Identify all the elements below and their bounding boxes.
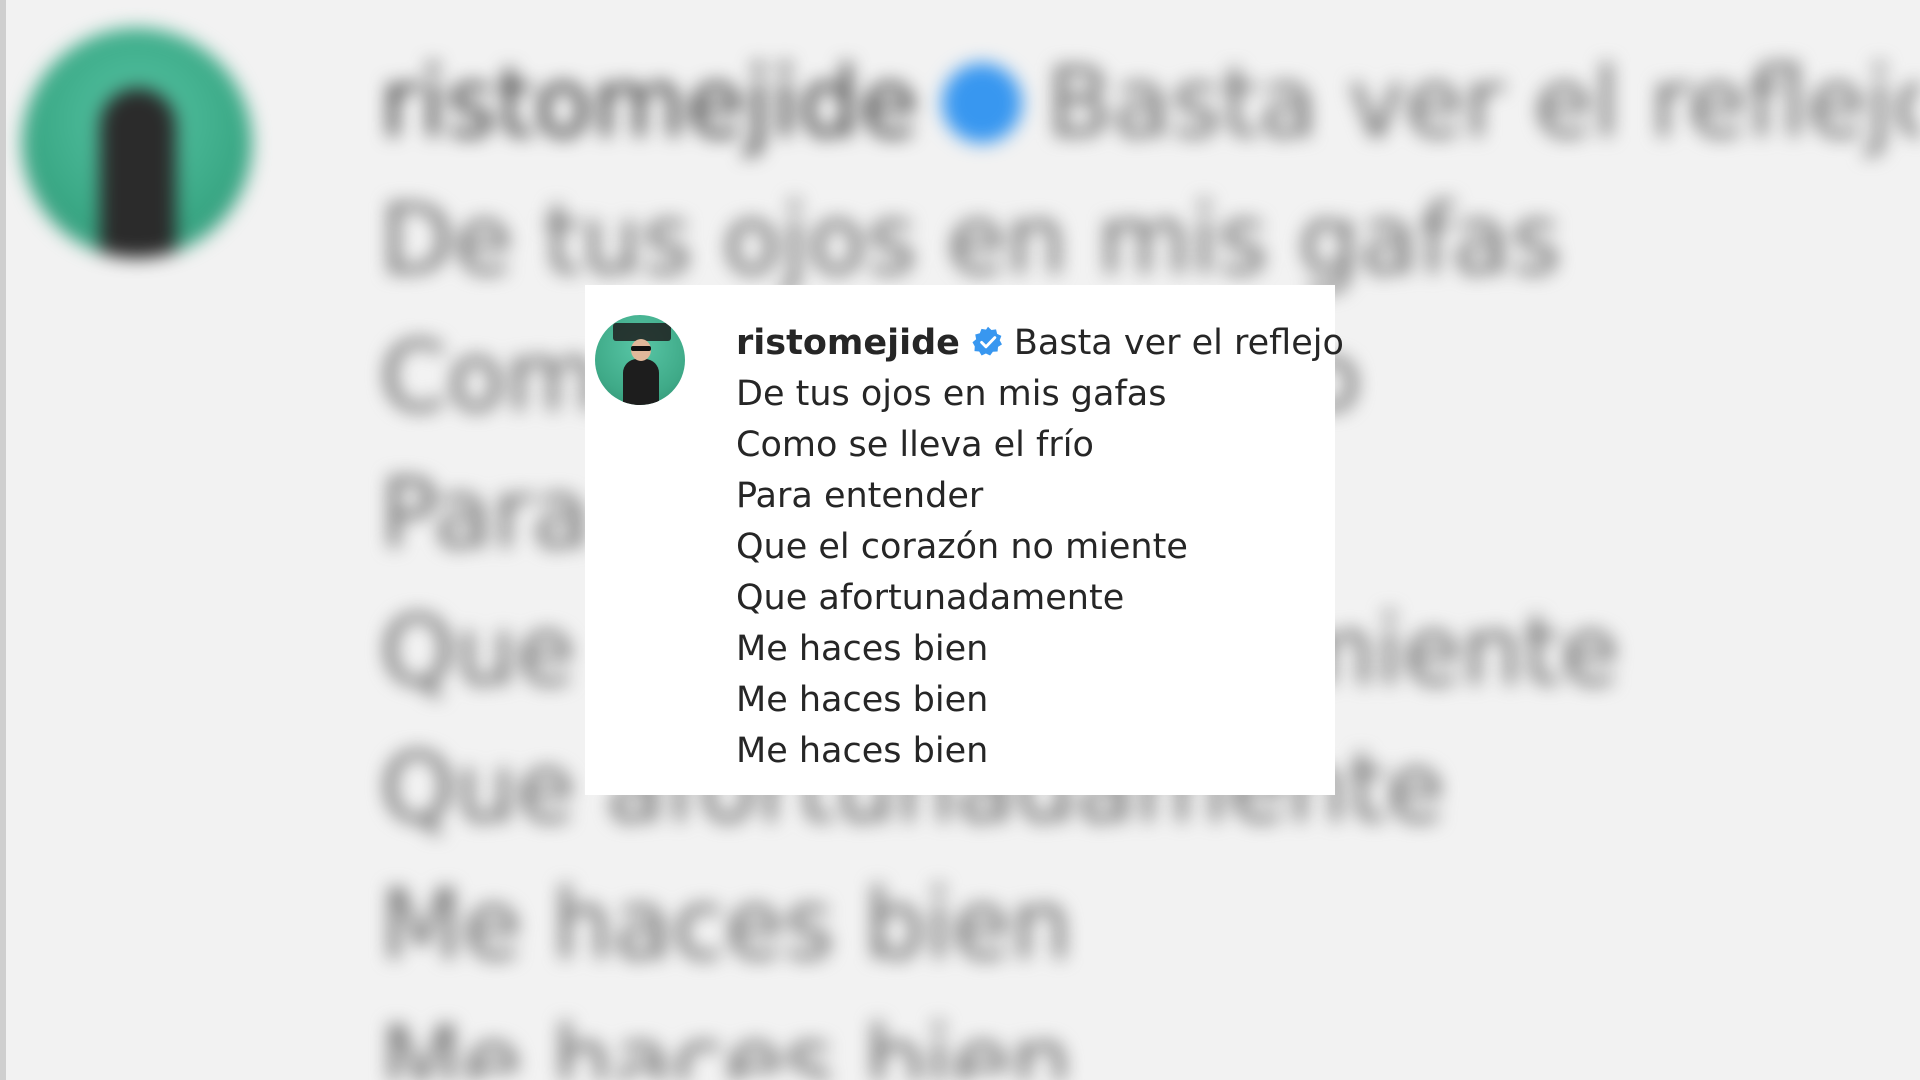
comment-caption: ristomejide Basta ver el reflejo De tus … [736, 318, 1344, 777]
caption-line-4: Que el corazón no miente [736, 527, 1188, 567]
caption-line-2: Como se lleva el frío [736, 425, 1094, 465]
caption-first-line: ristomejide Basta ver el reflejo [736, 318, 1344, 369]
blurred-avatar [22, 28, 252, 258]
username-link[interactable]: ristomejide [736, 323, 960, 363]
caption-line-1: De tus ojos en mis gafas [736, 374, 1167, 414]
blurred-line-0: Basta ver el reflejo [1046, 47, 1920, 159]
verified-badge-icon [972, 326, 1002, 356]
blurred-line-7: Me haces bien [380, 1006, 1072, 1080]
blurred-username: ristomejide [380, 47, 919, 159]
caption-line-3: Para entender [736, 476, 984, 516]
caption-line-0: Basta ver el reflejo [1013, 323, 1344, 363]
avatar[interactable] [595, 315, 685, 405]
comment-card: ristomejide Basta ver el reflejo De tus … [585, 285, 1344, 795]
blurred-verified-icon [942, 62, 1023, 143]
frame-edge [0, 0, 6, 1080]
caption-line-5: Que afortunadamente [736, 578, 1125, 618]
blurred-line-6: Me haces bien [380, 869, 1072, 981]
caption-line-7: Me haces bien [736, 680, 989, 720]
caption-line-6: Me haces bien [736, 629, 989, 669]
caption-line-8: Me haces bien [736, 731, 989, 771]
